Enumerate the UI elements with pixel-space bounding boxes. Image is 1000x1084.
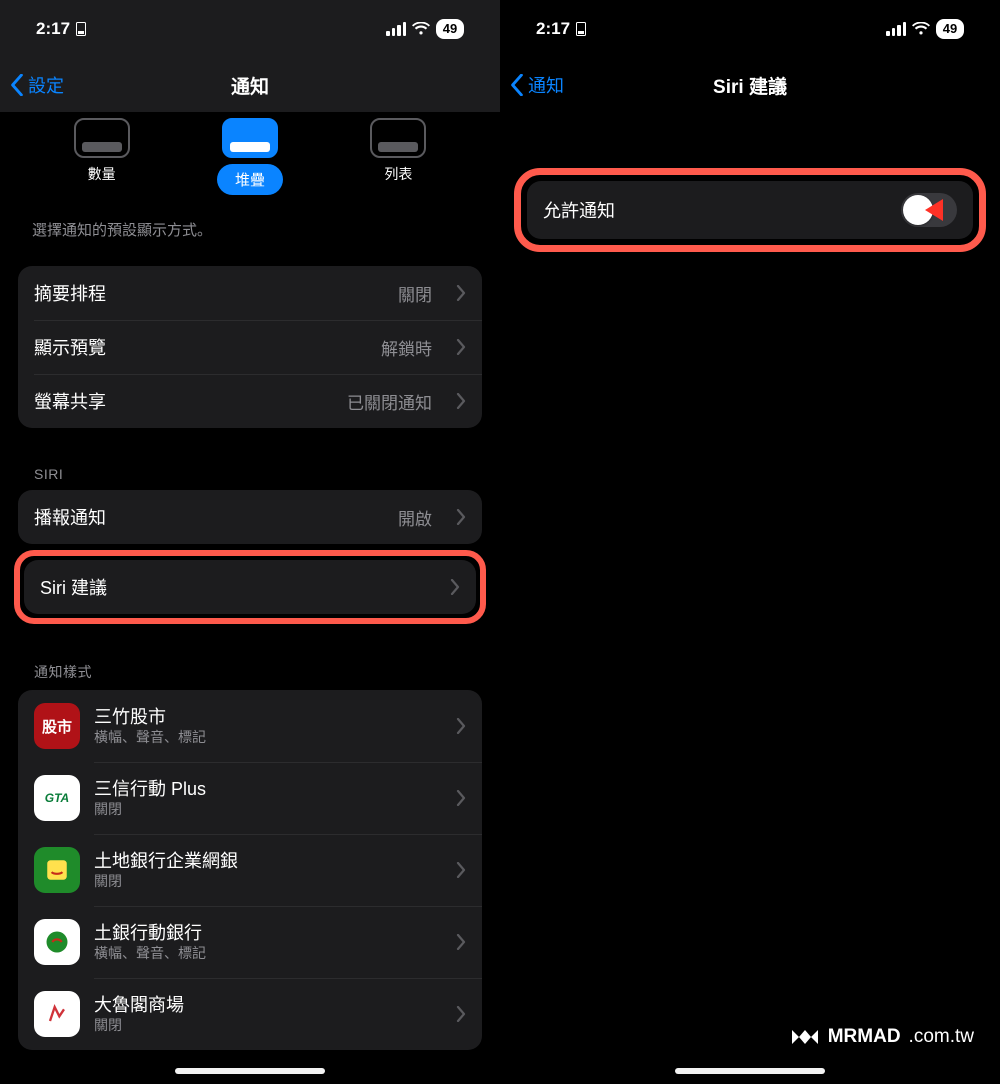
cell-show-previews[interactable]: 顯示預覽 解鎖時 xyxy=(18,320,482,374)
cell-label: 播報通知 xyxy=(34,504,384,530)
app-icon: GTA xyxy=(34,775,80,821)
cell-label: Siri 建議 xyxy=(40,574,426,600)
chevron-right-icon xyxy=(456,285,466,301)
cell-label: 摘要排程 xyxy=(34,280,384,306)
chevron-right-icon xyxy=(456,790,466,806)
app-row[interactable]: 土地銀行企業網銀 關閉 xyxy=(18,834,482,906)
sim-icon xyxy=(576,22,586,36)
stack-preview-icon xyxy=(222,118,278,158)
back-label: 通知 xyxy=(528,72,564,98)
app-name: 土銀行動銀行 xyxy=(94,922,432,945)
display-option-stack[interactable]: 堆疊 xyxy=(217,118,283,195)
app-row[interactable]: 股市 三竹股市 橫幅、聲音、標記 xyxy=(18,690,482,762)
app-icon xyxy=(34,991,80,1037)
app-name: 大魯閣商場 xyxy=(94,994,432,1017)
sim-icon xyxy=(76,22,86,36)
highlight-siri-suggestions: Siri 建議 xyxy=(14,550,486,624)
chevron-right-icon xyxy=(456,862,466,878)
battery-level: 49 xyxy=(436,19,464,39)
app-icon: 股市 xyxy=(34,703,80,749)
wifi-icon xyxy=(912,22,930,36)
nav-bar: 設定 通知 xyxy=(0,58,500,112)
display-helper-text: 選擇通知的預設顯示方式。 xyxy=(0,213,500,266)
display-option-label: 列表 xyxy=(384,164,412,184)
app-name: 土地銀行企業網銀 xyxy=(94,850,432,873)
app-name: 三竹股市 xyxy=(94,706,432,729)
app-icon xyxy=(34,919,80,965)
watermark: MRMAD .com.tw xyxy=(790,1026,974,1048)
cell-siri-suggestions[interactable]: Siri 建議 xyxy=(24,560,476,614)
notification-style-group: 股市 三竹股市 橫幅、聲音、標記 GTA 三信行動 Plus 關閉 土地銀行企業… xyxy=(18,690,482,1050)
app-sub: 關閉 xyxy=(94,873,432,890)
app-icon xyxy=(34,847,80,893)
home-indicator[interactable] xyxy=(175,1068,325,1074)
app-row[interactable]: 大魯閣商場 關閉 xyxy=(18,978,482,1050)
app-sub: 橫幅、聲音、標記 xyxy=(94,729,432,746)
wifi-icon xyxy=(412,22,430,36)
section-header-siri: SIRI xyxy=(0,466,500,490)
screen-siri-suggestions: 2:17 49 通知 Siri 建議 允許通知 xyxy=(500,0,1000,1084)
display-option-label: 數量 xyxy=(88,164,116,184)
app-row[interactable]: 土銀行動銀行 橫幅、聲音、標記 xyxy=(18,906,482,978)
battery-level: 49 xyxy=(936,19,964,39)
cell-value: 關閉 xyxy=(398,281,432,306)
section-header-style: 通知樣式 xyxy=(0,662,500,690)
allow-notifications-group: 允許通知 xyxy=(527,181,973,239)
status-time: 2:17 xyxy=(536,19,570,39)
display-as-selector: 數量 堆疊 列表 xyxy=(0,112,500,213)
back-label: 設定 xyxy=(28,72,64,98)
chevron-right-icon xyxy=(456,509,466,525)
chevron-right-icon xyxy=(456,339,466,355)
chevron-right-icon xyxy=(456,393,466,409)
list-preview-icon xyxy=(370,118,426,158)
chevron-right-icon xyxy=(456,718,466,734)
cell-label: 顯示預覽 xyxy=(34,334,367,360)
cell-value: 開啟 xyxy=(398,505,432,530)
watermark-logo-icon xyxy=(790,1026,820,1048)
page-title: 通知 xyxy=(0,72,500,99)
display-option-list[interactable]: 列表 xyxy=(370,118,426,195)
siri-suggestions-group: Siri 建議 xyxy=(24,560,476,614)
cellular-signal-icon xyxy=(886,22,906,36)
siri-announce-group: 播報通知 開啟 xyxy=(18,490,482,544)
general-settings-group: 摘要排程 關閉 顯示預覽 解鎖時 螢幕共享 已關閉通知 xyxy=(18,266,482,428)
status-bar: 2:17 49 xyxy=(500,0,1000,58)
chevron-right-icon xyxy=(450,579,460,595)
battery-icon: 49 xyxy=(936,19,964,39)
cell-value: 解鎖時 xyxy=(381,335,432,360)
cell-announce-notifications[interactable]: 播報通知 開啟 xyxy=(18,490,482,544)
count-preview-icon xyxy=(74,118,130,158)
back-button[interactable]: 通知 xyxy=(510,58,564,112)
page-title: Siri 建議 xyxy=(500,72,1000,99)
back-button[interactable]: 設定 xyxy=(10,58,64,112)
status-time: 2:17 xyxy=(36,19,70,39)
app-name: 三信行動 Plus xyxy=(94,778,432,801)
app-row[interactable]: GTA 三信行動 Plus 關閉 xyxy=(18,762,482,834)
battery-icon: 49 xyxy=(436,19,464,39)
cellular-signal-icon xyxy=(386,22,406,36)
watermark-suffix: .com.tw xyxy=(909,1026,974,1048)
cell-screen-sharing[interactable]: 螢幕共享 已關閉通知 xyxy=(18,374,482,428)
cell-allow-notifications: 允許通知 xyxy=(527,181,973,239)
cell-label: 允許通知 xyxy=(543,197,887,223)
toggle-knob-icon xyxy=(903,195,933,225)
app-sub: 關閉 xyxy=(94,1017,432,1034)
watermark-brand: MRMAD xyxy=(828,1026,901,1048)
home-indicator[interactable] xyxy=(675,1068,825,1074)
cell-label: 螢幕共享 xyxy=(34,388,333,414)
display-option-count[interactable]: 數量 xyxy=(74,118,130,195)
display-option-label: 堆疊 xyxy=(217,164,283,195)
cell-scheduled-summary[interactable]: 摘要排程 關閉 xyxy=(18,266,482,320)
nav-bar: 通知 Siri 建議 xyxy=(500,58,1000,112)
chevron-right-icon xyxy=(456,934,466,950)
status-bar: 2:17 49 xyxy=(0,0,500,58)
screen-notifications: 2:17 49 設定 通知 數量 堆疊 列 xyxy=(0,0,500,1084)
allow-notifications-toggle[interactable] xyxy=(901,193,957,227)
app-sub: 關閉 xyxy=(94,801,432,818)
cell-value: 已關閉通知 xyxy=(347,389,432,414)
app-sub: 橫幅、聲音、標記 xyxy=(94,945,432,962)
highlight-allow-notifications: 允許通知 xyxy=(514,168,986,252)
chevron-right-icon xyxy=(456,1006,466,1022)
